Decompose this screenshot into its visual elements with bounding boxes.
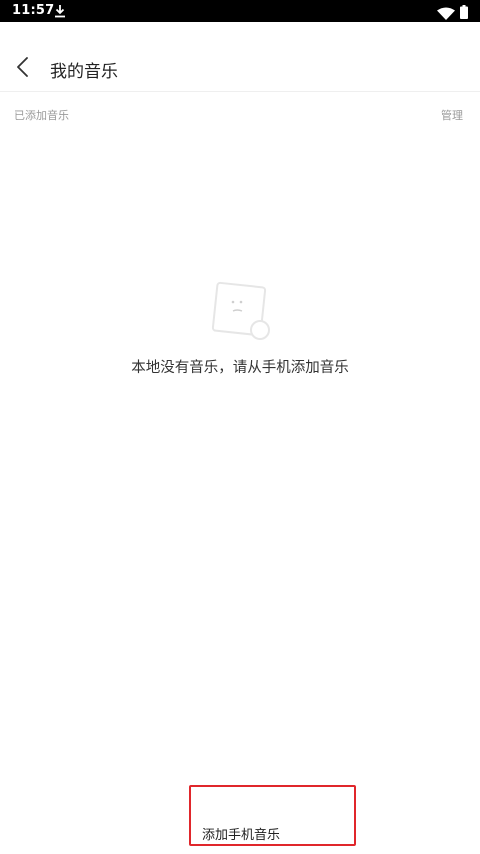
section-label: 已添加音乐 <box>14 109 69 122</box>
header: 我的音乐 <box>0 22 480 92</box>
add-phone-music-label: 添加手机音乐 <box>202 828 281 843</box>
add-phone-music-button[interactable]: 添加手机音乐 <box>189 785 356 846</box>
chevron-left-icon <box>17 57 28 77</box>
empty-message: 本地没有音乐，请从手机添加音乐 <box>131 360 349 376</box>
status-time: 11:57 <box>12 3 55 18</box>
empty-music-icon <box>209 280 273 344</box>
status-bar: 11:57 <box>0 0 480 22</box>
page-title: 我的音乐 <box>50 62 118 82</box>
wifi-icon <box>437 5 455 20</box>
back-button[interactable] <box>8 52 38 82</box>
manage-button[interactable]: 管理 <box>441 107 463 123</box>
download-icon <box>54 3 66 18</box>
battery-icon <box>460 4 468 19</box>
